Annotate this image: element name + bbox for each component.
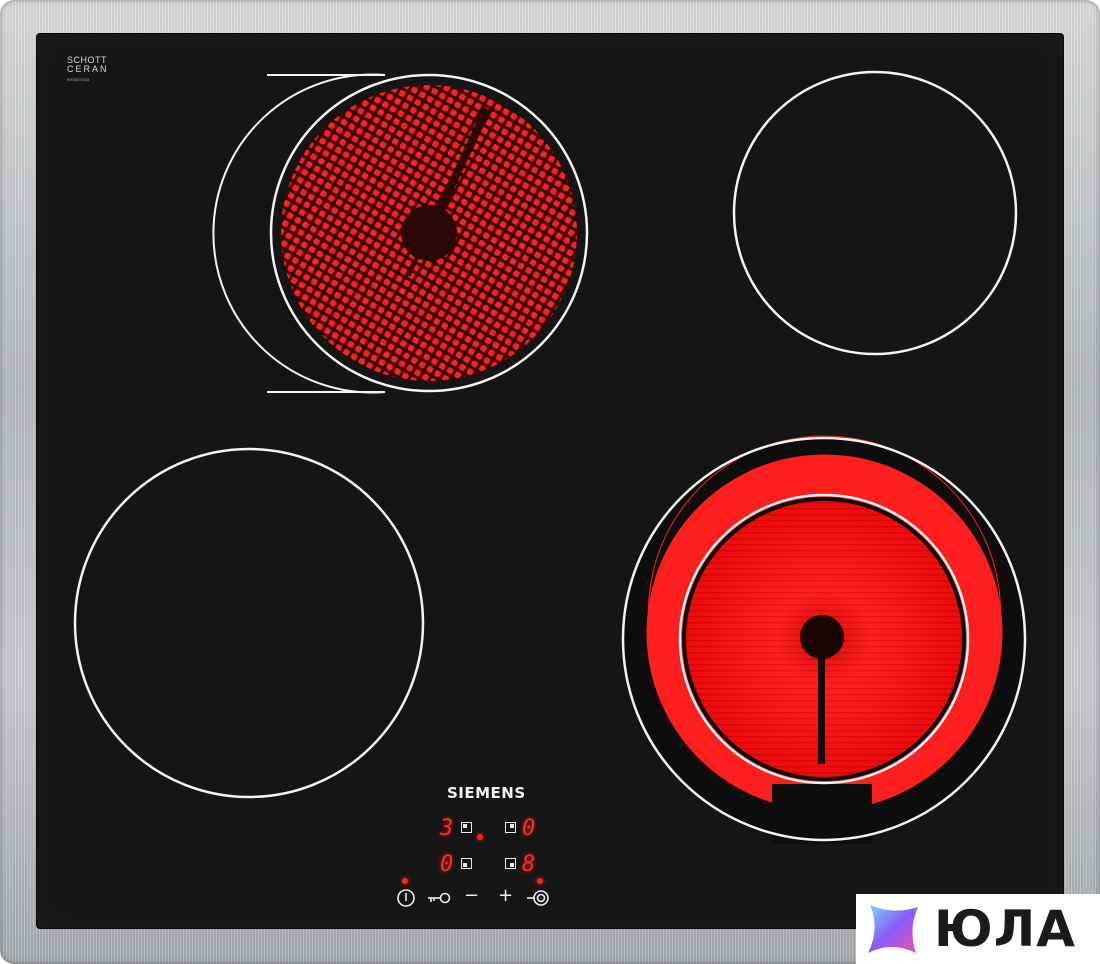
zone-rear-left-level-display: 0: [440, 852, 454, 877]
zone-rear-right: [732, 70, 1018, 356]
zone-rear-right-level-display: 8: [522, 852, 536, 877]
power-icon[interactable]: [396, 888, 416, 908]
cooktop-graphics: [73, 70, 1027, 844]
schott-ceran-logo: SCHOTT CERAN 9000870433: [67, 55, 109, 83]
zone-front-left-level-display: 3: [440, 816, 454, 841]
zone-rear-right-select-icon[interactable]: [505, 858, 516, 869]
zone-rear-left: [212, 73, 589, 394]
key-icon[interactable]: [427, 891, 451, 905]
minus-button[interactable]: −: [464, 887, 479, 905]
ceramic-glass-cooktop: SCHOTT CERAN 9000870433 SIEMENS 3 0 0 8 …: [37, 34, 1063, 928]
zone-front-right-select-icon[interactable]: [505, 822, 516, 833]
power-led: [402, 878, 408, 884]
zone-rear-left-select-icon[interactable]: [461, 858, 472, 869]
zone-selected-led: [477, 834, 483, 840]
yula-logo-icon: [868, 905, 918, 953]
zone-front-right-level-display: 0: [522, 816, 536, 841]
zone-front-left: [73, 447, 425, 799]
dual-circuit-icon[interactable]: [526, 889, 550, 907]
dual-zone-led: [537, 878, 543, 884]
plus-button[interactable]: +: [498, 887, 513, 905]
watermark: ЮЛА: [856, 894, 1100, 964]
zone-front-right: [621, 435, 1027, 844]
zone-front-left-select-icon[interactable]: [461, 822, 472, 833]
watermark-text: ЮЛА: [934, 900, 1076, 958]
serial-number: 9000870433: [67, 77, 90, 82]
brand-logo: SIEMENS: [447, 784, 526, 802]
